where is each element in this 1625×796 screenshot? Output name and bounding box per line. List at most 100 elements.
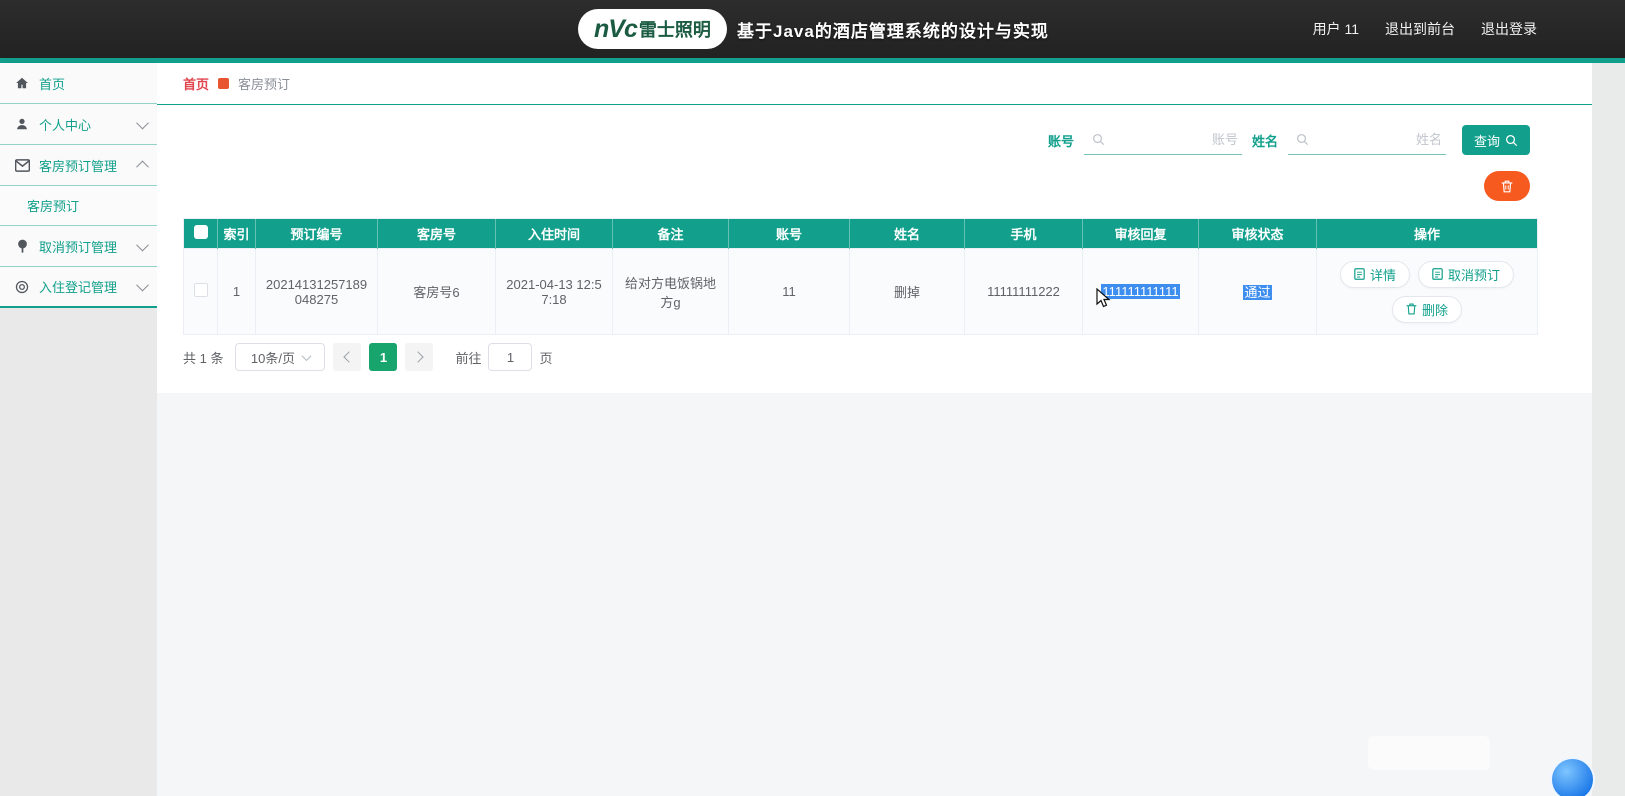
- topbar-actions: 用户 11 退出到前台 退出登录: [1313, 0, 1537, 58]
- chevron-down-icon: [136, 238, 149, 251]
- breadcrumb-current: 客房预订: [238, 77, 291, 92]
- col-header-index: 索引: [217, 218, 256, 249]
- target-icon: [14, 279, 30, 295]
- search-icon: [1505, 134, 1518, 146]
- page-number-current[interactable]: 1: [369, 343, 398, 371]
- chevron-up-icon: [136, 160, 149, 173]
- table-toolbar: [157, 171, 1592, 201]
- breadcrumb-home-link[interactable]: 首页: [183, 74, 209, 93]
- sidebar-subitem-label: 客房预订: [27, 199, 80, 214]
- sidebar-item-label: 首页: [39, 76, 66, 92]
- sidebar-item-label: 入住登记管理: [39, 280, 118, 295]
- window-right-gutter: [1592, 63, 1625, 796]
- cell-name: 删掉: [849, 248, 965, 335]
- content-card: 首页 客房预订 账号 姓名 查询: [157, 63, 1592, 393]
- bookings-table-wrap: 索引 预订编号 客房号 入住时间 备注 账号 姓名 手机 审核回复 审核状态 操…: [183, 218, 1538, 335]
- mail-icon: [14, 157, 30, 173]
- page-size-select[interactable]: 10条/页: [235, 343, 326, 371]
- bookings-table: 索引 预订编号 客房号 入住时间 备注 账号 姓名 手机 审核回复 审核状态 操…: [183, 218, 1538, 335]
- goto-page-input[interactable]: [488, 343, 533, 371]
- page-size-value: 10条/页: [250, 350, 295, 366]
- col-header-checkin-time: 入住时间: [495, 218, 613, 249]
- document-icon: [1432, 268, 1443, 280]
- chevron-right-icon: [412, 351, 424, 363]
- row-checkbox[interactable]: [193, 283, 208, 297]
- user-icon: [14, 116, 30, 132]
- breadcrumb-separator-icon: [218, 78, 230, 89]
- brand-logo-cn: 雷士照明: [638, 20, 711, 40]
- col-header-name: 姓名: [849, 218, 965, 249]
- sidebar-item-cancel-booking-mgmt[interactable]: 取消预订管理: [0, 226, 157, 267]
- detail-button-label: 详情: [1369, 267, 1396, 283]
- chat-bubble-button[interactable]: [1550, 757, 1595, 796]
- search-icon: [1092, 133, 1105, 146]
- chevron-down-icon: [136, 116, 149, 129]
- selected-text: 通过: [1243, 285, 1272, 300]
- search-toolbar: 账号 姓名 查询: [157, 125, 1592, 155]
- search-icon: [1296, 133, 1309, 146]
- select-all-checkbox[interactable]: [193, 225, 208, 239]
- account-search-box: [1083, 125, 1242, 155]
- cell-room-no: 客房号6: [377, 248, 496, 335]
- cell-booking-no: 20214131257189048275: [255, 248, 378, 335]
- table-header-row: 索引 预订编号 客房号 入住时间 备注 账号 姓名 手机 审核回复 审核状态 操…: [183, 218, 1538, 249]
- chevron-down-icon: [301, 350, 312, 361]
- mouse-cursor: [1096, 288, 1111, 308]
- sidebar-item-label: 客房预订管理: [39, 158, 118, 174]
- cell-actions: 详情 取消预订 删除: [1316, 248, 1538, 335]
- chevron-left-icon: [343, 351, 355, 363]
- col-header-account: 账号: [728, 218, 850, 249]
- sidebar-item-label: 取消预订管理: [39, 239, 118, 255]
- select-all-header: [183, 218, 218, 249]
- goto-label: 前往: [455, 350, 482, 366]
- pin-icon: [14, 238, 30, 254]
- cell-audit-status: 通过: [1198, 248, 1317, 335]
- col-header-audit-reply: 审核回复: [1082, 218, 1199, 249]
- delete-button-label: 删除: [1421, 302, 1448, 318]
- brand-logo-text: nVc: [594, 14, 638, 43]
- sidebar-item-personal-center[interactable]: 个人中心: [0, 104, 157, 145]
- cancel-booking-button-label: 取消预订: [1448, 267, 1501, 283]
- account-search-input[interactable]: [1083, 125, 1242, 153]
- sidebar-item-checkin-register-mgmt[interactable]: 入住登记管理: [0, 267, 157, 308]
- cell-remark: 给对方电饭锅地方g: [612, 248, 729, 335]
- sidebar-subitem-room-booking[interactable]: 客房预订: [0, 186, 157, 226]
- col-header-actions: 操作: [1316, 218, 1538, 249]
- delete-button[interactable]: 删除: [1391, 295, 1462, 323]
- pagination: 共 1 条 10条/页 1 前往 页: [183, 343, 1592, 371]
- total-count-label: 共 1 条: [183, 350, 224, 366]
- app-title: 基于Java的酒店管理系统的设计与实现: [737, 21, 1049, 41]
- sidebar-item-label: 个人中心: [39, 117, 92, 133]
- col-header-booking-no: 预订编号: [255, 218, 378, 249]
- cancel-booking-button[interactable]: 取消预订: [1418, 260, 1515, 288]
- batch-delete-button[interactable]: [1484, 171, 1530, 201]
- document-icon: [1354, 268, 1365, 280]
- sidebar-item-home[interactable]: 首页: [0, 63, 157, 104]
- name-search-input[interactable]: [1287, 125, 1446, 153]
- top-navbar: nVc 雷士照明 基于Java的酒店管理系统的设计与实现 用户 11 退出到前台…: [0, 0, 1625, 58]
- cell-checkin-time: 2021-04-13 12:57:18: [495, 248, 613, 335]
- home-icon: [14, 75, 30, 91]
- col-header-audit-status: 审核状态: [1198, 218, 1317, 249]
- goto-suffix-label: 页: [539, 350, 553, 366]
- query-button[interactable]: 查询: [1461, 125, 1530, 155]
- account-search-label: 账号: [1047, 133, 1074, 149]
- logout-link[interactable]: 退出登录: [1481, 19, 1537, 39]
- chat-tooltip-ghost: [1368, 736, 1490, 770]
- name-search-label: 姓名: [1251, 133, 1278, 149]
- next-page-button[interactable]: [405, 343, 434, 371]
- selected-text: 111111111111: [1101, 284, 1180, 299]
- prev-page-button[interactable]: [333, 343, 362, 371]
- exit-to-front-link[interactable]: 退出到前台: [1385, 19, 1455, 39]
- cell-index: 1: [217, 248, 256, 335]
- col-header-phone: 手机: [964, 218, 1083, 249]
- detail-button[interactable]: 详情: [1339, 260, 1410, 288]
- cell-phone: 11111111222: [964, 248, 1083, 335]
- col-header-room-no: 客房号: [377, 218, 496, 249]
- cell-account: 11: [728, 248, 850, 335]
- sidebar-item-room-booking-mgmt[interactable]: 客房预订管理: [0, 145, 157, 186]
- col-header-remark: 备注: [612, 218, 729, 249]
- current-user-label: 用户 11: [1312, 21, 1359, 37]
- breadcrumb: 首页 客房预订: [157, 63, 1592, 105]
- trash-icon: [1501, 180, 1513, 192]
